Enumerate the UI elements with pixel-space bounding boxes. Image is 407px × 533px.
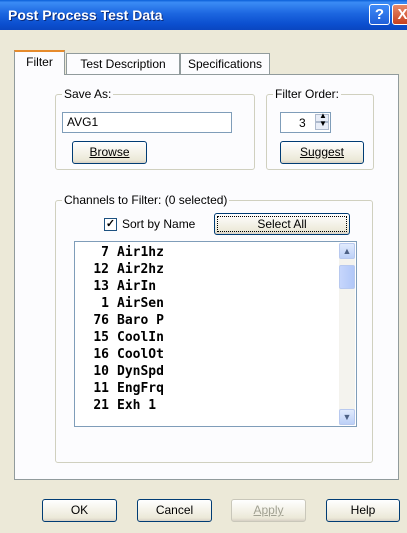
sort-by-name-checkbox[interactable]: ✓ (104, 218, 117, 231)
channel-name: Exh 1 (117, 398, 157, 413)
close-title-button[interactable]: X (392, 4, 407, 25)
channel-number: 7 (101, 245, 109, 260)
channel-number: 12 (93, 262, 109, 277)
check-icon: ✓ (105, 218, 116, 230)
list-item[interactable]: 16 CoolOt (75, 347, 356, 364)
tab-specifications[interactable]: Specifications (180, 53, 270, 74)
chevron-up-icon: ▲ (342, 246, 352, 256)
tab-filter[interactable]: Filter (14, 50, 65, 75)
browse-button[interactable]: Browse (72, 141, 147, 164)
tab-specifications-label: Specifications (187, 57, 263, 71)
list-item[interactable]: 7 Air1hz (75, 245, 356, 262)
spinner-buttons: ▲ ▼ (315, 111, 329, 131)
help-button[interactable]: Help (326, 499, 400, 522)
save-as-group: Save As: AVG1 Browse (55, 87, 255, 170)
channels-legend: Channels to Filter: (0 selected) (62, 193, 230, 207)
tab-test-description[interactable]: Test Description (66, 53, 180, 74)
question-icon: ? (374, 6, 385, 23)
channel-name: AirIn (117, 279, 157, 294)
list-scrollbar[interactable]: ▲ ▼ (339, 243, 355, 425)
ok-button[interactable]: OK (42, 499, 117, 522)
apply-label: Apply (253, 503, 284, 517)
filter-tab-panel: Save As: AVG1 Browse Filter Order: 3 ▲ ▼… (14, 74, 399, 480)
select-all-button[interactable]: Select All (214, 213, 350, 235)
window-title: Post Process Test Data (8, 7, 163, 23)
channels-listbox[interactable]: 7 Air1hz 12 Air2hz 13 AirIn 1 AirSen 76 Baro … (74, 241, 357, 427)
channel-number: 13 (93, 279, 109, 294)
channel-name: Air1hz (117, 245, 164, 260)
cancel-button[interactable]: Cancel (137, 499, 212, 522)
channel-number: 10 (93, 364, 109, 379)
chevron-down-icon: ▼ (342, 412, 352, 422)
suggest-button[interactable]: Suggest (280, 141, 364, 164)
list-item[interactable]: 11 EngFrq (75, 381, 356, 398)
scroll-up-button[interactable]: ▲ (339, 243, 355, 259)
channel-number: 15 (93, 330, 109, 345)
save-as-legend: Save As: (62, 87, 114, 101)
sort-by-name-label: Sort by Name (122, 217, 196, 231)
apply-button: Apply (231, 499, 306, 522)
scroll-down-button[interactable]: ▼ (339, 409, 355, 425)
close-icon: X (397, 6, 407, 23)
filter-order-value: 3 (299, 116, 306, 130)
ok-label: OK (70, 503, 89, 517)
title-bar[interactable]: Post Process Test Data ? X (0, 0, 407, 30)
list-item[interactable]: 13 AirIn (75, 279, 356, 296)
filter-order-spinner[interactable]: 3 ▲ ▼ (280, 111, 331, 133)
help-label: Help (350, 503, 376, 517)
channel-name: Air2hz (117, 262, 164, 277)
channel-number: 21 (93, 398, 109, 413)
list-item[interactable]: 15 CoolIn (75, 330, 356, 347)
browse-label: Browse (89, 145, 130, 159)
list-item[interactable]: 21 Exh 1 (75, 398, 356, 415)
list-item[interactable]: 76 Baro P (75, 313, 356, 330)
spin-down-button[interactable]: ▼ (315, 119, 329, 130)
filter-order-legend: Filter Order: (273, 87, 342, 101)
suggest-label: Suggest (299, 145, 345, 159)
channel-name: Baro P (117, 313, 164, 328)
channel-number: 1 (101, 296, 109, 311)
list-item[interactable]: 12 Air2hz (75, 262, 356, 279)
save-as-input[interactable]: AVG1 (62, 112, 232, 133)
channel-number: 11 (93, 381, 109, 396)
scroll-thumb[interactable] (339, 265, 355, 289)
channel-name: EngFrq (117, 381, 164, 396)
dialog-window: Post Process Test Data ? X Filter Test D… (0, 0, 407, 533)
cancel-label: Cancel (155, 503, 194, 517)
channel-name: CoolOt (117, 347, 164, 362)
channels-group: Channels to Filter: (0 selected) ✓ Sort … (55, 193, 373, 463)
filter-order-group: Filter Order: 3 ▲ ▼ Suggest (266, 87, 374, 170)
list-item[interactable]: 1 AirSen (75, 296, 356, 313)
channel-name: DynSpd (117, 364, 164, 379)
tab-filter-label: Filter (26, 55, 53, 69)
tab-test-description-label: Test Description (80, 57, 166, 71)
select-all-label: Select All (257, 217, 307, 231)
list-item[interactable]: 10 DynSpd (75, 364, 356, 381)
channel-name: CoolIn (117, 330, 164, 345)
channel-number: 16 (93, 347, 109, 362)
chevron-down-icon: ▼ (319, 119, 327, 128)
help-title-button[interactable]: ? (369, 4, 390, 25)
channel-name: AirSen (117, 296, 164, 311)
channel-number: 76 (93, 313, 109, 328)
